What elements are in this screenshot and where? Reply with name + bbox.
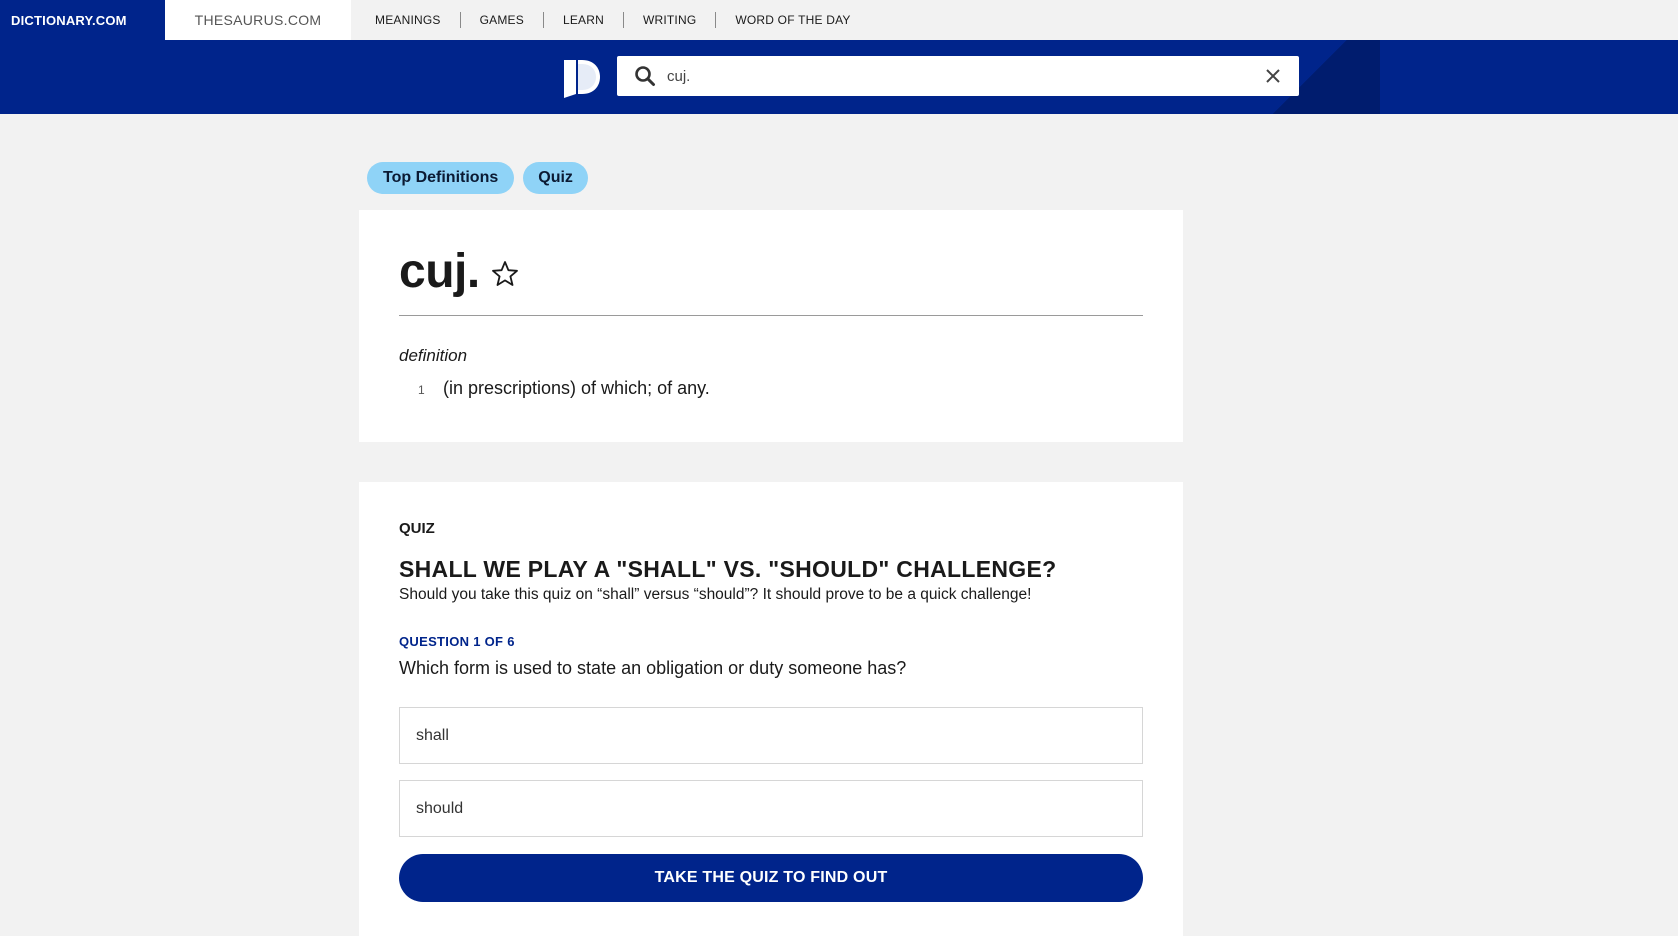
quiz-label: QUIZ xyxy=(399,520,435,537)
star-icon[interactable] xyxy=(490,259,520,289)
quiz-option-should[interactable]: should xyxy=(399,780,1143,837)
pill-top-definitions[interactable]: Top Definitions xyxy=(367,162,515,194)
quiz-option-shall[interactable]: shall xyxy=(399,707,1143,764)
sense-text: (in prescriptions) of which; of any. xyxy=(443,378,710,398)
nav-links: MEANINGS GAMES LEARN WRITING WORD OF THE… xyxy=(351,0,870,40)
headword: cuj. xyxy=(399,245,480,298)
nav-link-meanings[interactable]: MEANINGS xyxy=(375,12,461,28)
section-pills: Top Definitions Quiz xyxy=(367,162,588,194)
dictionary-tab[interactable]: DICTIONARY.COM xyxy=(0,0,165,40)
nav-link-word-of-the-day[interactable]: WORD OF THE DAY xyxy=(716,12,869,28)
take-quiz-button[interactable]: TAKE THE QUIZ TO FIND OUT xyxy=(399,854,1143,902)
pill-quiz[interactable]: Quiz xyxy=(523,162,588,194)
nav-link-learn[interactable]: LEARN xyxy=(544,12,624,28)
search-input[interactable] xyxy=(667,61,1263,91)
search-box xyxy=(617,56,1299,96)
question-count: QUESTION 1 OF 6 xyxy=(399,634,515,649)
part-of-speech: definition xyxy=(399,346,468,365)
headword-divider xyxy=(399,315,1143,316)
quiz-card: QUIZ SHALL WE PLAY A "SHALL" VS. "SHOULD… xyxy=(359,482,1183,936)
question-text: Which form is used to state an obligatio… xyxy=(399,658,907,678)
close-icon[interactable] xyxy=(1263,66,1283,86)
thesaurus-tab[interactable]: THESAURUS.COM xyxy=(165,0,351,40)
nav-link-games[interactable]: GAMES xyxy=(461,12,544,28)
top-nav: DICTIONARY.COM THESAURUS.COM MEANINGS GA… xyxy=(0,0,1678,40)
search-icon[interactable] xyxy=(633,64,657,88)
headword-row: cuj. xyxy=(399,244,520,299)
nav-link-writing[interactable]: WRITING xyxy=(624,12,717,28)
definition-card: cuj. definition 1 (in prescriptions) of … xyxy=(359,210,1183,442)
sense-number: 1 xyxy=(418,383,425,397)
quiz-description: Should you take this quiz on “shall” ver… xyxy=(399,586,1032,603)
search-header xyxy=(0,40,1678,114)
definition-sense: 1 (in prescriptions) of which; of any. xyxy=(418,378,710,399)
dictionary-logo-icon[interactable] xyxy=(562,56,602,98)
quiz-title: SHALL WE PLAY A "SHALL" VS. "SHOULD" CHA… xyxy=(399,556,1057,582)
